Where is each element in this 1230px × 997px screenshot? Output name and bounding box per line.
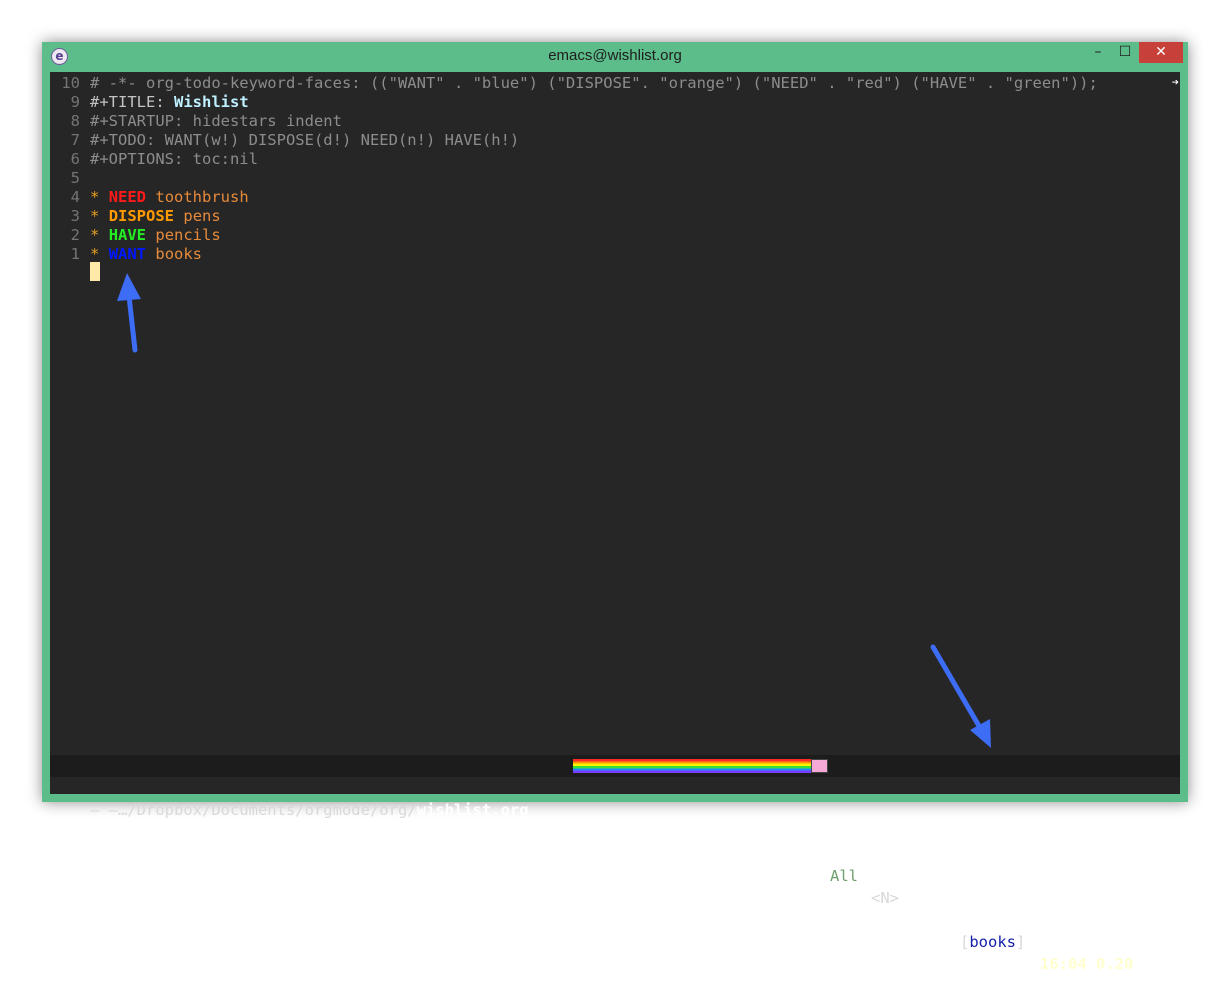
modeline-major-mode[interactable]: Org: [920, 909, 948, 931]
startup-setting: #+STARTUP: hidestars indent: [90, 112, 342, 130]
modeline-comment: # -*- org-todo-keyword-faces: (("WANT" .…: [90, 74, 1098, 92]
emacs-window: e emacs@wishlist.org – ☐ ✕ 10 # -*- org-t…: [42, 42, 1188, 973]
bracket-open: [: [960, 933, 970, 951]
modeline-filename: wishlist.org: [416, 801, 529, 819]
editor-buffer[interactable]: 10 # -*- org-todo-keyword-faces: (("WANT"…: [50, 72, 1180, 755]
mode-line[interactable]: 11 – –…/Dropbox/Documents/orgmode/org/wi…: [50, 755, 1180, 973]
modeline-path-prefix: – –…/Dropbox/Documents/orgmode/org/: [90, 801, 417, 819]
close-button[interactable]: ✕: [1139, 42, 1183, 63]
heading-have[interactable]: 2 * HAVE pencils: [50, 226, 221, 245]
modeline-evil-state: <N>: [871, 889, 899, 907]
nyan-cat-icon: [811, 759, 828, 773]
window-title: emacs@wishlist.org: [548, 47, 682, 64]
maximize-button[interactable]: ☐: [1112, 42, 1138, 63]
buffer-line-9: 9 #+TITLE: Wishlist: [50, 93, 249, 112]
heading-text: books: [155, 245, 203, 263]
line-number: 5: [70, 169, 80, 187]
heading-star: *: [90, 207, 100, 225]
line-number: 2: [70, 226, 80, 244]
line-number: 10: [61, 74, 80, 92]
todo-keyword-have: HAVE: [108, 226, 147, 244]
modeline-position: All: [830, 867, 858, 885]
heading-want[interactable]: 1 * WANT books: [50, 245, 202, 264]
buffer-line-8: 8 #+STARTUP: hidestars indent: [50, 112, 342, 131]
heading-text: toothbrush: [155, 188, 249, 206]
options-setting: #+OPTIONS: toc:nil: [90, 150, 258, 168]
heading-text: pens: [183, 207, 221, 225]
line-number: 8: [70, 112, 80, 130]
heading-dispose[interactable]: 3 * DISPOSE pens: [50, 207, 221, 226]
line-continuation-arrow-icon: ➔: [1171, 75, 1179, 89]
heading-star: *: [90, 188, 100, 206]
line-number: 7: [70, 131, 80, 149]
title-keyword: #+TITLE:: [90, 93, 174, 111]
line-number: 4: [70, 188, 80, 206]
heading-need[interactable]: 4 * NEED toothbrush: [50, 188, 249, 207]
minimize-button[interactable]: –: [1085, 42, 1111, 63]
modeline-current-heading: [books]: [960, 931, 1025, 953]
modeline-file-path: – –…/Dropbox/Documents/orgmode/org/wishl…: [90, 799, 529, 821]
buffer-line-10: 10 # -*- org-todo-keyword-faces: (("WANT"…: [50, 74, 1098, 93]
echo-area[interactable]: [50, 777, 1180, 794]
todo-keyword-want: WANT: [108, 245, 147, 263]
title-bar[interactable]: e emacs@wishlist.org – ☐ ✕: [42, 42, 1188, 72]
heading-star: *: [90, 245, 100, 263]
nyan-cat-progress-icon[interactable]: [573, 759, 811, 773]
buffer-line-6: 6 #+OPTIONS: toc:nil: [50, 150, 258, 169]
line-number: 9: [70, 93, 80, 111]
heading-text: pencils: [155, 226, 221, 244]
buffer-line-7: 7 #+TODO: WANT(w!) DISPOSE(d!) NEED(n!) H…: [50, 131, 520, 150]
heading-star: *: [90, 226, 100, 244]
todo-keyword-need: NEED: [108, 188, 147, 206]
line-number: 6: [70, 150, 80, 168]
todo-setting: #+TODO: WANT(w!) DISPOSE(d!) NEED(n!) HA…: [90, 131, 520, 149]
buffer-line-5: 5: [50, 169, 90, 188]
modeline-time-load: 16:04 0.20: [1040, 955, 1134, 973]
text-cursor: [90, 262, 100, 281]
current-heading-text: books: [969, 933, 1017, 951]
todo-keyword-dispose: DISPOSE: [108, 207, 175, 225]
bracket-close: ]: [1016, 933, 1026, 951]
document-title: Wishlist: [174, 93, 249, 111]
line-number: 1: [70, 245, 80, 263]
line-number: 3: [70, 207, 80, 225]
